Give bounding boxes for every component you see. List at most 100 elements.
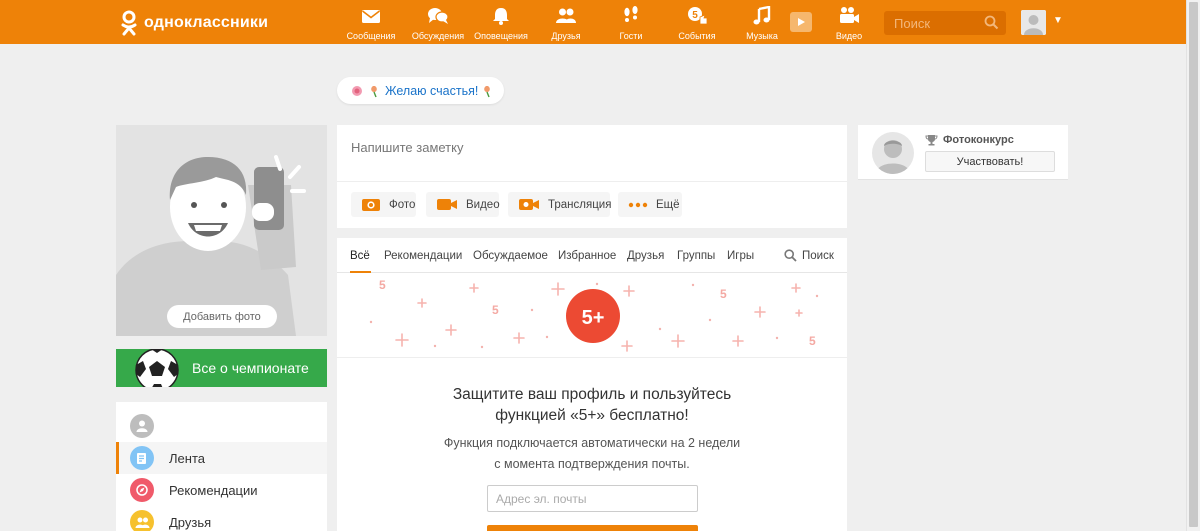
tab-friends[interactable]: Друзья bbox=[627, 250, 664, 262]
nav-music[interactable]: Музыка bbox=[727, 6, 797, 41]
chat-bubbles-icon bbox=[428, 8, 449, 24]
soccer-ball-icon bbox=[135, 349, 179, 387]
svg-text:5: 5 bbox=[492, 303, 499, 317]
profile-photo-placeholder[interactable]: Добавить фото bbox=[116, 125, 327, 336]
search-icon bbox=[784, 249, 797, 262]
svg-text:5: 5 bbox=[720, 287, 727, 301]
play-icon bbox=[798, 18, 805, 26]
add-photo-button[interactable]: Добавить фото bbox=[167, 305, 277, 328]
nav-label: Друзья bbox=[551, 31, 581, 41]
status-text[interactable]: Желаю счастья! bbox=[385, 84, 478, 98]
promo-subtitle-line: с момента подтверждения почты. bbox=[494, 457, 690, 471]
photo-button[interactable]: Фото bbox=[351, 192, 416, 217]
left-menu-item-friends[interactable]: Друзья bbox=[116, 506, 327, 531]
flower-icon bbox=[484, 85, 491, 97]
tab-recommendations[interactable]: Рекомендации bbox=[384, 250, 462, 262]
nav-discussions[interactable]: Обсуждения bbox=[403, 6, 473, 41]
tab-games[interactable]: Игры bbox=[727, 250, 754, 262]
nav-events[interactable]: 5 События bbox=[662, 6, 732, 41]
tab-groups[interactable]: Группы bbox=[677, 250, 715, 262]
nav-label: Оповещения bbox=[474, 31, 528, 41]
contest-avatar[interactable] bbox=[872, 132, 914, 174]
video-button-label: Видео bbox=[466, 198, 500, 211]
avatar-placeholder-icon bbox=[1021, 10, 1046, 35]
email-input[interactable] bbox=[488, 486, 697, 511]
status-pill[interactable]: Желаю счастья! bbox=[337, 77, 504, 104]
friends-icon bbox=[130, 510, 154, 531]
nav-messages[interactable]: Сообщения bbox=[336, 6, 406, 41]
camera-icon bbox=[361, 197, 381, 212]
contest-title[interactable]: Фотоконкурс bbox=[925, 134, 1014, 146]
video-button[interactable]: Видео bbox=[426, 192, 500, 217]
left-menu: Лента Рекомендации Друзья bbox=[116, 402, 327, 531]
promo-banner: 5 5 5 5 5+ bbox=[337, 274, 847, 358]
nav-notifications[interactable]: Оповещения bbox=[466, 6, 536, 41]
nav-video[interactable]: Видео bbox=[814, 6, 884, 41]
logo-text: одноклассники bbox=[144, 14, 269, 31]
divider bbox=[337, 181, 847, 182]
top-bar: одноклассники Сообщения Обсуждения Опове… bbox=[0, 0, 1186, 44]
participate-button[interactable]: Участвовать! bbox=[925, 151, 1055, 172]
broadcast-button-label: Трансляция bbox=[548, 198, 612, 211]
nav-label: Гости bbox=[619, 31, 643, 41]
flower-icon bbox=[371, 85, 377, 97]
envelope-icon bbox=[362, 10, 380, 23]
championship-banner[interactable]: Все о чемпионате bbox=[116, 349, 327, 387]
more-dots-icon bbox=[628, 202, 648, 208]
promo-title-line: Защитите ваш профиль и пользуйтесь bbox=[452, 386, 732, 403]
feed-card: Всё Рекомендации Обсуждаемое Избранное Д… bbox=[337, 238, 847, 531]
events-icon: 5 bbox=[688, 7, 708, 25]
left-menu-label: Рекомендации bbox=[169, 482, 258, 498]
nav-label: Видео bbox=[835, 31, 863, 41]
video-camera-icon bbox=[840, 7, 859, 23]
left-menu-item-recommendations[interactable]: Рекомендации bbox=[116, 474, 327, 506]
contest-title-text: Фотоконкурс bbox=[943, 134, 1014, 146]
tab-favorites[interactable]: Избранное bbox=[558, 250, 616, 262]
active-tab-indicator bbox=[350, 271, 371, 273]
left-menu-item-profile[interactable] bbox=[116, 410, 327, 442]
svg-text:5: 5 bbox=[379, 278, 386, 292]
broadcast-button[interactable]: Трансляция bbox=[508, 192, 612, 217]
promo-subtitle: Функция подключается автоматически на 2 … bbox=[337, 433, 847, 475]
tab-all[interactable]: Всё bbox=[350, 250, 370, 262]
scrollbar-thumb[interactable] bbox=[1189, 2, 1198, 527]
nav-friends[interactable]: Друзья bbox=[531, 6, 601, 41]
nav-guests[interactable]: Гости bbox=[596, 6, 666, 41]
user-menu-caret-icon[interactable]: ▼ bbox=[1053, 15, 1063, 26]
confirm-button[interactable] bbox=[487, 525, 698, 531]
left-menu-label: Лента bbox=[169, 450, 205, 466]
music-note-icon bbox=[753, 6, 771, 25]
feed-icon bbox=[130, 446, 154, 470]
confetti-decoration: 5 5 5 5 5+ bbox=[369, 278, 819, 352]
user-icon bbox=[130, 414, 154, 438]
more-button-label: Ещё bbox=[656, 198, 680, 211]
avatar-placeholder-icon bbox=[876, 140, 910, 174]
search-icon[interactable] bbox=[984, 15, 999, 30]
broadcast-icon bbox=[518, 197, 540, 212]
video-play-button[interactable] bbox=[790, 12, 812, 32]
feed-tabs: Всё Рекомендации Обсуждаемое Избранное Д… bbox=[337, 238, 847, 273]
friends-icon bbox=[556, 8, 576, 23]
footprints-icon bbox=[624, 6, 638, 22]
promo-title-line: функцией «5+» бесплатно! bbox=[495, 407, 689, 424]
search-box[interactable] bbox=[884, 11, 1006, 35]
compass-icon bbox=[130, 478, 154, 502]
user-avatar[interactable] bbox=[1021, 10, 1046, 35]
video-icon bbox=[436, 197, 458, 212]
championship-label: Все о чемпионате bbox=[192, 360, 309, 376]
photo-contest-card: Фотоконкурс Участвовать! bbox=[858, 125, 1068, 180]
nav-label: Сообщения bbox=[346, 31, 396, 41]
email-field[interactable] bbox=[487, 485, 698, 512]
page-scrollbar[interactable] bbox=[1186, 0, 1200, 531]
note-input[interactable]: Напишите заметку bbox=[351, 140, 463, 155]
nav-label: События bbox=[678, 31, 716, 41]
promo-title: Защитите ваш профиль и пользуйтесь функц… bbox=[337, 384, 847, 426]
trophy-icon bbox=[925, 135, 938, 146]
nav-label: Обсуждения bbox=[411, 31, 465, 41]
tab-discussed[interactable]: Обсуждаемое bbox=[473, 250, 548, 262]
logo[interactable]: одноклассники bbox=[120, 10, 268, 36]
more-button[interactable]: Ещё bbox=[618, 192, 682, 217]
feed-search-button[interactable]: Поиск bbox=[784, 249, 834, 262]
promo-subtitle-line: Функция подключается автоматически на 2 … bbox=[443, 436, 741, 450]
left-menu-item-feed[interactable]: Лента bbox=[116, 442, 327, 474]
